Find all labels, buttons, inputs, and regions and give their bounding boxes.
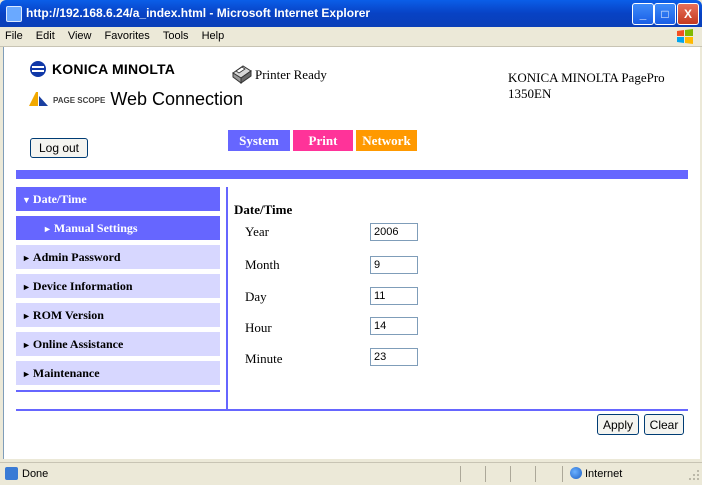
close-button[interactable]: X	[677, 3, 699, 25]
sidebar-item-maintenance[interactable]: ► Maintenance	[16, 361, 220, 385]
ie-page-icon	[6, 6, 22, 22]
konica-minolta-globe-icon	[30, 61, 46, 77]
sidebar-item-rom-version[interactable]: ► ROM Version	[16, 303, 220, 327]
day-label: Day	[245, 289, 267, 304]
tab-print[interactable]: Print	[293, 130, 353, 151]
logout-button[interactable]: Log out	[30, 138, 88, 158]
menu-favorites[interactable]: Favorites	[100, 27, 155, 42]
month-label: Month	[245, 257, 280, 272]
sidebar: ▼ Date/Time ► Manual Settings ► Admin Passw…	[16, 187, 220, 392]
status-separator	[510, 466, 511, 482]
status-text: Done	[22, 468, 49, 480]
menu-file[interactable]: File	[0, 27, 28, 42]
sidebar-item-label: Date/Time	[32, 192, 87, 206]
content-divider	[226, 187, 228, 409]
chevron-right-icon: ►	[22, 340, 31, 350]
model-line-2: 1350EN	[508, 86, 552, 101]
printer-status: Printer Ready	[229, 63, 327, 85]
window-title: http://192.168.6.24/a_index.html - Micro…	[26, 6, 371, 20]
month-input[interactable]	[370, 256, 418, 274]
sidebar-item-online-assistance[interactable]: ► Online Assistance	[16, 332, 220, 356]
tab-network[interactable]: Network	[356, 130, 417, 151]
chevron-right-icon: ►	[22, 282, 31, 292]
day-input[interactable]	[370, 287, 418, 305]
status-separator	[485, 466, 486, 482]
hour-input[interactable]	[370, 317, 418, 335]
sidebar-item-device-information[interactable]: ► Device Information	[16, 274, 220, 298]
windows-flag-icon	[677, 29, 693, 44]
globe-icon	[570, 467, 582, 479]
printer-model: KONICA MINOLTA PagePro 1350EN	[508, 70, 678, 102]
status-separator	[562, 466, 563, 482]
menu-help[interactable]: Help	[197, 27, 230, 42]
menu-bar: File Edit View Favorites Tools Help	[0, 27, 702, 47]
year-input[interactable]	[370, 223, 418, 241]
menu-view[interactable]: View	[63, 27, 97, 42]
menu-edit[interactable]: Edit	[31, 27, 60, 42]
sidebar-item-admin-password[interactable]: ► Admin Password	[16, 245, 220, 269]
sidebar-item-date-time[interactable]: ▼ Date/Time	[16, 187, 220, 211]
form-bottom-divider	[16, 409, 688, 411]
chevron-right-icon: ►	[22, 369, 31, 379]
resize-grip-icon[interactable]	[688, 469, 700, 481]
clear-button[interactable]: Clear	[644, 414, 684, 435]
security-zone: Internet	[585, 468, 623, 480]
sidebar-item-label: Admin Password	[32, 250, 121, 264]
sidebar-item-manual-settings[interactable]: ► Manual Settings	[16, 216, 220, 240]
sidebar-bottom-divider	[16, 390, 220, 392]
sidebar-item-label: Online Assistance	[32, 337, 124, 351]
chevron-down-icon: ▼	[22, 195, 31, 205]
maximize-button[interactable]: □	[654, 3, 676, 25]
tab-system[interactable]: System	[228, 130, 290, 151]
minimize-button[interactable]: _	[632, 3, 654, 25]
hour-label: Hour	[245, 320, 272, 335]
chevron-right-icon: ►	[22, 311, 31, 321]
pagescope-small-text: PAGE SCOPE	[53, 96, 106, 105]
printer-status-text: Printer Ready	[255, 67, 327, 82]
brand-name: KONICA MINOLTA	[52, 61, 176, 77]
apply-button[interactable]: Apply	[597, 414, 639, 435]
pagescope-logo: PAGE SCOPE Web Connection	[28, 89, 243, 110]
page-done-icon	[5, 467, 18, 480]
sidebar-item-label: Maintenance	[32, 366, 100, 380]
chevron-right-icon: ►	[22, 253, 31, 263]
sidebar-item-label: Manual Settings	[53, 221, 138, 235]
status-bar: Done Internet	[0, 462, 702, 485]
sidebar-item-label: Device Information	[32, 279, 133, 293]
window-titlebar: http://192.168.6.24/a_index.html - Micro…	[0, 0, 702, 27]
menu-tools[interactable]: Tools	[158, 27, 194, 42]
status-separator	[535, 466, 536, 482]
konica-minolta-logo: KONICA MINOLTA	[30, 61, 175, 77]
header-divider	[16, 170, 688, 179]
minute-input[interactable]	[370, 348, 418, 366]
model-line-1: KONICA MINOLTA PagePro	[508, 70, 665, 85]
status-separator	[460, 466, 461, 482]
printer-icon	[232, 65, 252, 84]
form-title: Date/Time	[234, 202, 293, 217]
minute-label: Minute	[245, 351, 283, 366]
year-label: Year	[245, 224, 269, 239]
web-page: KONICA MINOLTA PAGE SCOPE Web Connection …	[3, 47, 700, 459]
pagescope-label: Web Connection	[110, 89, 244, 109]
sidebar-item-label: ROM Version	[32, 308, 104, 322]
pagescope-mark-icon	[29, 92, 48, 106]
chevron-right-icon: ►	[43, 224, 52, 234]
